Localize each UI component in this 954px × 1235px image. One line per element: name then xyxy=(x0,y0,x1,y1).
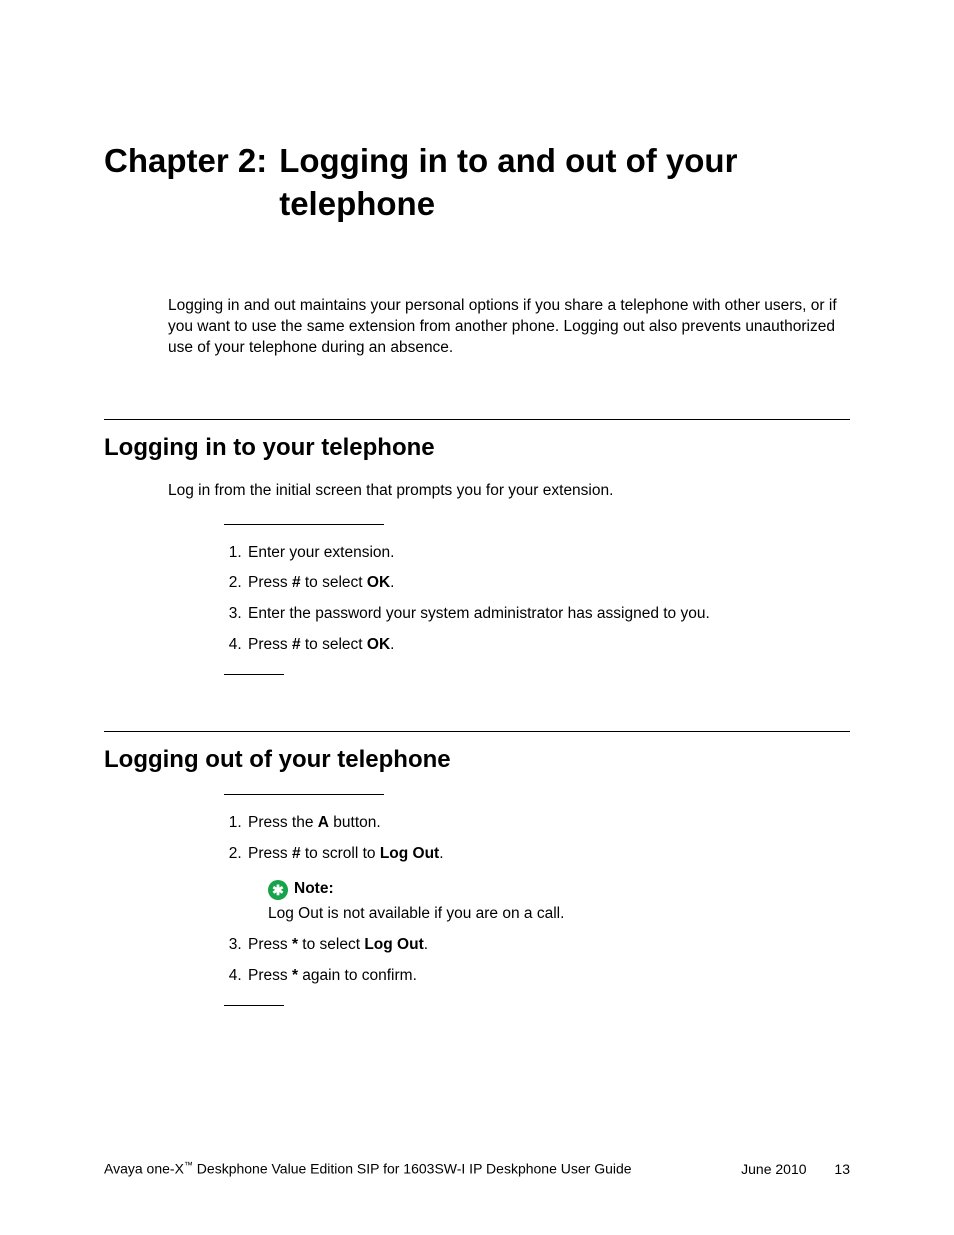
note-icon: ✱ xyxy=(268,880,288,900)
step-text: button. xyxy=(329,814,381,831)
step-item: Enter your extension. xyxy=(246,543,850,564)
footer-date: June 2010 xyxy=(741,1161,806,1177)
step-text: Press xyxy=(248,936,292,953)
step-item: Press # to select OK. xyxy=(246,573,850,594)
step-text: Enter the password your system administr… xyxy=(248,605,710,622)
steps-divider-bottom xyxy=(224,1005,284,1006)
steps-divider-bottom xyxy=(224,674,284,675)
footer-product-a: Avaya one-X xyxy=(104,1161,184,1177)
page-footer: Avaya one-X™ Deskphone Value Edition SIP… xyxy=(104,1160,850,1177)
step-text: Press xyxy=(248,574,292,591)
step-text: Press xyxy=(248,636,292,653)
label-ok: OK xyxy=(367,636,390,653)
section-logging-in: Logging in to your telephone Log in from… xyxy=(104,419,850,676)
note-body: Log Out is not available if you are on a… xyxy=(268,904,850,925)
step-text: . xyxy=(439,845,443,862)
step-text: to select xyxy=(298,936,364,953)
section-logging-out: Logging out of your telephone Press the … xyxy=(104,731,850,1006)
label-logout: Log Out xyxy=(380,845,439,862)
step-text: . xyxy=(424,936,428,953)
footer-product-b: Deskphone Value Edition SIP for 1603SW-I… xyxy=(193,1161,632,1177)
step-item: Enter the password your system administr… xyxy=(246,604,850,625)
chapter-label: Chapter 2: xyxy=(104,140,279,226)
step-item: Press the A button. xyxy=(246,813,850,834)
step-text: to select xyxy=(301,574,367,591)
intro-paragraph: Logging in and out maintains your person… xyxy=(168,296,850,359)
step-text: Press the xyxy=(248,814,318,831)
page-number: 13 xyxy=(834,1161,850,1177)
step-text: to scroll to xyxy=(301,845,380,862)
step-item: Press # to select OK. xyxy=(246,635,850,656)
section-divider xyxy=(104,731,850,732)
step-item: Press # to scroll to Log Out. ✱ Note: Lo… xyxy=(246,844,850,925)
chapter-title-text: Logging in to and out of your telephone xyxy=(279,140,850,226)
footer-meta: June 2010 13 xyxy=(741,1161,850,1177)
steps-divider-top xyxy=(224,524,384,525)
section-divider xyxy=(104,419,850,420)
key-hash: # xyxy=(292,845,301,862)
steps-divider-top xyxy=(224,794,384,795)
note-label: Note: xyxy=(294,879,334,900)
trademark-symbol: ™ xyxy=(184,1160,193,1170)
step-text: to select xyxy=(301,636,367,653)
document-page: Chapter 2: Logging in to and out of your… xyxy=(0,0,954,1235)
step-text: . xyxy=(390,636,394,653)
section-heading-logout: Logging out of your telephone xyxy=(104,746,850,774)
step-text: again to confirm. xyxy=(298,967,417,984)
note-header: ✱ Note: xyxy=(268,879,850,900)
key-hash: # xyxy=(292,574,301,591)
section-lead-login: Log in from the initial screen that prom… xyxy=(168,482,850,500)
step-text: Enter your extension. xyxy=(248,544,394,561)
step-item: Press * again to confirm. xyxy=(246,966,850,987)
label-ok: OK xyxy=(367,574,390,591)
section-heading-login: Logging in to your telephone xyxy=(104,434,850,462)
steps-list-logout: Press the A button. Press # to scroll to… xyxy=(224,813,850,987)
step-text: Press xyxy=(248,967,292,984)
key-hash: # xyxy=(292,636,301,653)
chapter-title: Chapter 2: Logging in to and out of your… xyxy=(104,140,850,226)
steps-list-login: Enter your extension. Press # to select … xyxy=(224,543,850,657)
label-logout: Log Out xyxy=(364,936,423,953)
step-text: . xyxy=(390,574,394,591)
step-text: Press xyxy=(248,845,292,862)
note-block: ✱ Note: Log Out is not available if you … xyxy=(268,879,850,925)
key-a: A xyxy=(318,814,329,831)
footer-product: Avaya one-X™ Deskphone Value Edition SIP… xyxy=(104,1160,632,1177)
step-item: Press * to select Log Out. xyxy=(246,935,850,956)
